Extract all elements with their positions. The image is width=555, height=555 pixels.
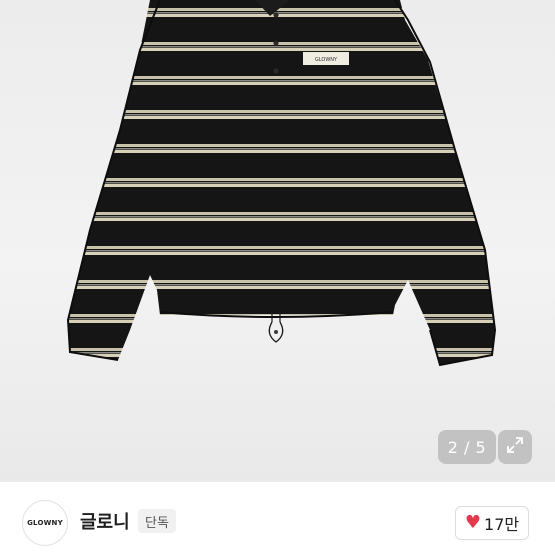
expand-arrows-icon	[505, 435, 525, 459]
seller-avatar[interactable]: GLOWNY	[22, 500, 68, 546]
exclusive-badge: 단독	[138, 509, 176, 533]
seller-name[interactable]: 글로니	[80, 508, 130, 534]
image-page-counter: 2 / 5	[438, 430, 496, 464]
heart-icon: ♥	[464, 512, 482, 533]
svg-text:GLOWNY: GLOWNY	[315, 57, 338, 63]
striped-polo-shirt-image: GLOWNY	[66, 0, 497, 367]
product-image-gallery[interactable]: GLOWNY 2 / 5	[0, 0, 555, 482]
like-count: 17만	[484, 515, 520, 534]
like-button[interactable]: ♥ 17만	[455, 506, 529, 540]
seller-avatar-text: GLOWNY	[27, 519, 63, 527]
expand-image-button[interactable]	[498, 430, 532, 464]
